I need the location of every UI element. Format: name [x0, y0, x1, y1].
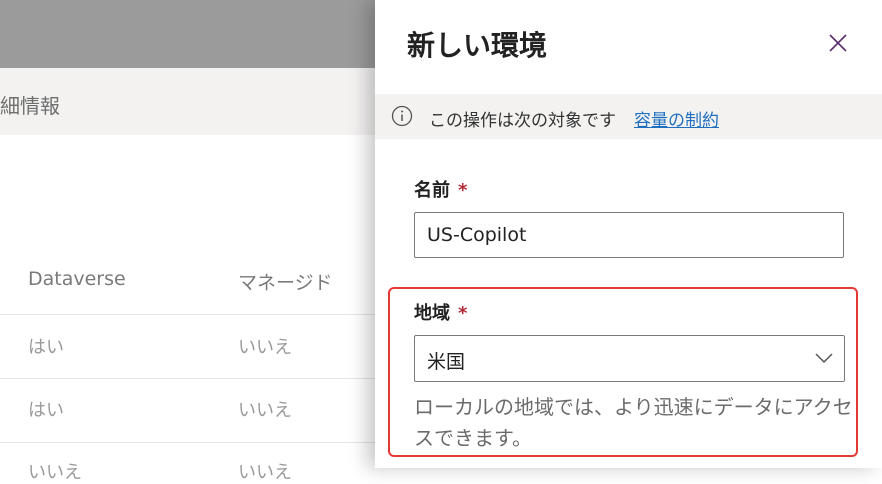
- background-top-bar: [0, 0, 400, 68]
- table-cell: はい: [28, 337, 64, 358]
- region-field-label: 地域 *: [414, 299, 467, 325]
- background-details-label: 細情報: [0, 94, 60, 118]
- panel-title: 新しい環境: [407, 29, 548, 62]
- column-header-managed: マネージド: [238, 272, 333, 294]
- name-label-text: 名前: [414, 180, 450, 201]
- table-cell: はい: [28, 400, 64, 421]
- table-row-divider: [0, 442, 400, 443]
- name-field-label: 名前 *: [414, 176, 467, 202]
- table-cell: いいえ: [238, 400, 292, 421]
- required-mark: *: [458, 180, 468, 201]
- table-row-divider: [0, 314, 400, 315]
- close-icon: [829, 34, 847, 52]
- info-icon: [391, 105, 413, 127]
- region-dropdown[interactable]: 米国: [414, 335, 845, 382]
- required-mark: *: [458, 303, 468, 324]
- table-cell: いいえ: [28, 462, 82, 483]
- info-text: この操作は次の対象です: [429, 111, 616, 131]
- table-row-divider: [0, 378, 400, 379]
- info-bar: この操作は次の対象です 容量の制約: [375, 94, 882, 139]
- capacity-limits-link[interactable]: 容量の制約: [634, 106, 719, 131]
- region-selected-value: 米国: [427, 351, 466, 373]
- table-cell: いいえ: [238, 337, 292, 358]
- table-cell: いいえ: [238, 462, 292, 483]
- chevron-down-icon: [815, 353, 833, 364]
- column-header-dataverse: Dataverse: [28, 268, 126, 290]
- close-button[interactable]: [823, 28, 853, 58]
- name-input[interactable]: [414, 212, 844, 258]
- background-sub-bar: [0, 68, 400, 135]
- region-label-text: 地域: [414, 303, 450, 324]
- new-environment-panel: 新しい環境 この操作は次の対象です 容量の制約 名前 * 地域 * 米国 ローカルの…: [375, 0, 882, 468]
- region-help-text: ローカルの地域では、より迅速にデータにアクセスできます。: [414, 395, 853, 450]
